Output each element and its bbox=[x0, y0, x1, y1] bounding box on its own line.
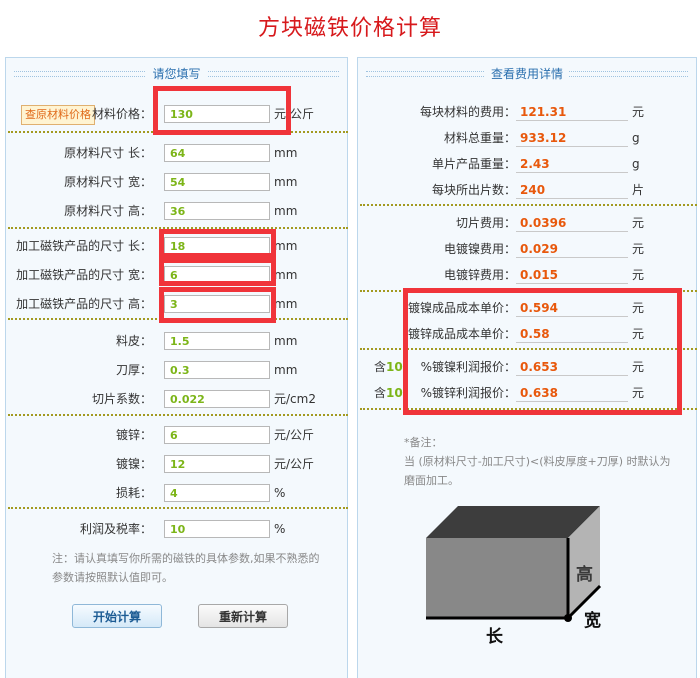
field-label: 利润及税率： bbox=[79, 522, 152, 536]
result-label: 电镀锌费用： bbox=[443, 268, 516, 282]
ni-cost-value: 0.029 bbox=[516, 239, 628, 258]
field-unit: 元/公斤 bbox=[274, 428, 315, 442]
result-label: 镀镍成品成本单价： bbox=[407, 301, 516, 315]
pieces-value: 240 bbox=[516, 180, 628, 199]
field-unit: % bbox=[274, 522, 286, 536]
result-row-cut-cost: 切片费用： 0.0396 元 bbox=[0, 213, 700, 233]
field-label: 镀锌： bbox=[115, 428, 152, 442]
cube-front-face bbox=[426, 538, 568, 618]
result-row-zn-quote: 含 10 %镀锌利润报价： 0.638 元 bbox=[0, 383, 700, 403]
divider bbox=[360, 290, 697, 292]
result-unit: g bbox=[632, 131, 640, 145]
result-unit: 元 bbox=[632, 242, 645, 256]
result-label: 材料总重量： bbox=[443, 131, 516, 145]
result-row-pieces: 每块所出片数： 240 片 bbox=[0, 180, 700, 200]
cube-diagram: 高 宽 长 bbox=[426, 506, 602, 647]
result-row-zn-unit: 镀锌成品成本单价： 0.58 元 bbox=[0, 324, 700, 344]
result-unit: 元 bbox=[632, 268, 645, 282]
height-label: 高 bbox=[576, 564, 593, 585]
result-label: 单片产品重量： bbox=[431, 157, 516, 171]
ni-unit-value: 0.594 bbox=[516, 298, 628, 317]
divider bbox=[8, 414, 348, 416]
length-label: 长 bbox=[486, 626, 504, 647]
result-label: 电镀镍费用： bbox=[443, 242, 516, 256]
input-panel-heading: 请您填写 bbox=[6, 65, 347, 83]
result-row-material-cost: 每块材料的费用： 121.31 元 bbox=[0, 102, 700, 122]
zinc-input[interactable] bbox=[164, 426, 270, 444]
result-unit: 元 bbox=[632, 360, 645, 374]
zn-cost-value: 0.015 bbox=[516, 265, 628, 284]
result-unit: 片 bbox=[632, 183, 645, 197]
result-row-zn-cost: 电镀锌费用： 0.015 元 bbox=[0, 265, 700, 285]
ni-quote-value: 0.653 bbox=[516, 357, 628, 376]
result-unit: 元 bbox=[632, 216, 645, 230]
cut-cost-value: 0.0396 bbox=[516, 213, 628, 232]
result-row-ni-quote: 含 10 %镀镍利润报价： 0.653 元 bbox=[0, 357, 700, 377]
total-weight-value: 933.12 bbox=[516, 128, 628, 147]
field-unit: 元/公斤 bbox=[274, 457, 315, 471]
loss-input[interactable] bbox=[164, 484, 270, 502]
field-label: 镀镍： bbox=[115, 457, 152, 471]
result-unit: 元 bbox=[632, 105, 645, 119]
result-row-ni-cost: 电镀镍费用： 0.029 元 bbox=[0, 239, 700, 259]
result-row-total-weight: 材料总重量： 933.12 g bbox=[0, 128, 700, 148]
result-row-piece-weight: 单片产品重量： 2.43 g bbox=[0, 154, 700, 174]
result-label: 每块所出片数： bbox=[431, 183, 516, 197]
divider bbox=[8, 507, 348, 509]
divider bbox=[360, 348, 697, 350]
calculate-button[interactable]: 开始计算 bbox=[72, 604, 162, 628]
input-note: 注：请认真填写你所需的磁铁的具体参数,如果不熟悉的参数请按照默认值即可。 bbox=[52, 552, 320, 584]
result-row-ni-unit: 镀镍成品成本单价： 0.594 元 bbox=[0, 298, 700, 318]
result-unit: 元 bbox=[632, 386, 645, 400]
divider bbox=[360, 204, 697, 206]
width-label: 宽 bbox=[584, 610, 601, 631]
piece-weight-value: 2.43 bbox=[516, 154, 628, 173]
result-unit: g bbox=[632, 157, 640, 171]
zn-quote-value: 0.638 bbox=[516, 383, 628, 402]
field-label: 损耗： bbox=[115, 486, 152, 500]
profit-tax-input[interactable] bbox=[164, 520, 270, 538]
result-unit: 元 bbox=[632, 327, 645, 341]
divider bbox=[8, 318, 348, 320]
result-label: 切片费用： bbox=[455, 216, 516, 230]
divider bbox=[360, 408, 697, 410]
result-label: %镀锌利润报价： bbox=[420, 386, 516, 400]
results-panel-heading: 查看费用详情 bbox=[358, 65, 696, 83]
field-unit: % bbox=[274, 486, 286, 500]
result-label: %镀镍利润报价： bbox=[420, 360, 516, 374]
results-note: *备注： 当 (原材料尺寸-加工尺寸)<(料皮厚度+刀厚) 时默认为磨面加工。 bbox=[404, 436, 671, 487]
corner-dot bbox=[564, 614, 572, 622]
nickel-input[interactable] bbox=[164, 455, 270, 473]
reset-button[interactable]: 重新计算 bbox=[198, 604, 288, 628]
result-unit: 元 bbox=[632, 301, 645, 315]
material-cost-value: 121.31 bbox=[516, 102, 628, 121]
page-title: 方块磁铁价格计算 bbox=[257, 16, 442, 41]
zn-unit-value: 0.58 bbox=[516, 324, 628, 343]
result-label: 每块材料的费用： bbox=[419, 105, 516, 119]
result-label: 镀锌成品成本单价： bbox=[407, 327, 516, 341]
